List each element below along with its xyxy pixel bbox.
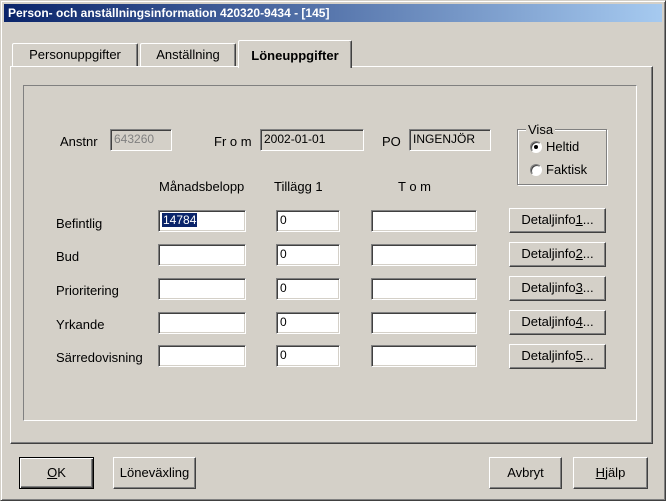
hjalp-button[interactable]: Hjälp bbox=[573, 457, 648, 489]
tom-input-bud[interactable] bbox=[371, 244, 477, 266]
btn-text: K bbox=[57, 465, 66, 480]
btn-suffix: ... bbox=[582, 246, 594, 261]
btn-text: Detaljinfo bbox=[521, 314, 576, 329]
btn-suffix: ... bbox=[582, 280, 594, 295]
btn-text: Detaljinfo bbox=[521, 212, 576, 227]
po-field: INGENJÖR bbox=[409, 129, 491, 151]
heltid-label[interactable]: Heltid bbox=[546, 139, 579, 154]
row-label-yrkande: Yrkande bbox=[56, 317, 105, 332]
btn-text: Detaljinfo bbox=[521, 348, 576, 363]
detaljinfo-button-1[interactable]: Detaljinfo1... bbox=[509, 208, 606, 233]
col-header-manadsbelopp: Månadsbelopp bbox=[159, 179, 245, 194]
visa-legend: Visa bbox=[526, 122, 556, 137]
anstnr-field: 643260 bbox=[110, 129, 172, 151]
btn-text: jälp bbox=[605, 465, 626, 480]
form-layer: Anstnr 643260 Fr o m 2002-01-01 PO INGEN… bbox=[0, 0, 666, 501]
row-label-prioritering: Prioritering bbox=[56, 283, 119, 298]
faktisk-label[interactable]: Faktisk bbox=[546, 162, 587, 177]
from-field: 2002-01-01 bbox=[260, 129, 364, 151]
radio-faktisk[interactable] bbox=[530, 164, 542, 176]
row-label-befintlig: Befintlig bbox=[56, 216, 103, 231]
btn-key: H bbox=[595, 465, 606, 480]
detaljinfo-button-3[interactable]: Detaljinfo3... bbox=[509, 276, 606, 301]
row-label-sarredovisning: Särredovisning bbox=[56, 350, 143, 365]
avbryt-button[interactable]: Avbryt bbox=[489, 457, 562, 489]
ok-button[interactable]: OK bbox=[19, 457, 94, 489]
tillagg-input-befintlig[interactable]: 0 bbox=[276, 210, 340, 232]
btn-key: 1 bbox=[575, 212, 583, 227]
btn-text: Detaljinfo bbox=[521, 280, 576, 295]
btn-key: 3 bbox=[575, 280, 583, 295]
radio-heltid[interactable] bbox=[530, 141, 542, 153]
selected-text: 14784 bbox=[162, 213, 198, 227]
from-label: Fr o m bbox=[214, 134, 252, 149]
tom-input-sarredovisning[interactable] bbox=[371, 345, 477, 367]
detaljinfo-button-5[interactable]: Detaljinfo5... bbox=[509, 344, 606, 369]
col-header-tom: T o m bbox=[398, 179, 431, 194]
lonevaxling-button[interactable]: Löneväxling bbox=[113, 457, 196, 489]
tillagg-input-sarredovisning[interactable]: 0 bbox=[276, 345, 340, 367]
detaljinfo-button-2[interactable]: Detaljinfo2... bbox=[509, 242, 606, 267]
tom-input-befintlig[interactable] bbox=[371, 210, 477, 232]
btn-suffix: ... bbox=[582, 314, 594, 329]
col-header-tillagg: Tillägg 1 bbox=[274, 179, 323, 194]
btn-key: 4 bbox=[575, 314, 583, 329]
tom-input-yrkande[interactable] bbox=[371, 312, 477, 334]
tillagg-input-yrkande[interactable]: 0 bbox=[276, 312, 340, 334]
tom-input-prioritering[interactable] bbox=[371, 278, 477, 300]
po-label: PO bbox=[382, 134, 401, 149]
btn-text: Detaljinfo bbox=[521, 246, 576, 261]
manadsbelopp-input-yrkande[interactable] bbox=[158, 312, 246, 334]
manadsbelopp-input-prioritering[interactable] bbox=[158, 278, 246, 300]
btn-key: 5 bbox=[575, 348, 583, 363]
tillagg-input-bud[interactable]: 0 bbox=[276, 244, 340, 266]
manadsbelopp-input-bud[interactable] bbox=[158, 244, 246, 266]
btn-key: O bbox=[47, 465, 58, 480]
btn-suffix: ... bbox=[582, 212, 594, 227]
manadsbelopp-input-sarredovisning[interactable] bbox=[158, 345, 246, 367]
btn-key: 2 bbox=[575, 246, 583, 261]
detaljinfo-button-4[interactable]: Detaljinfo4... bbox=[509, 310, 606, 335]
anstnr-label: Anstnr bbox=[60, 134, 98, 149]
btn-suffix: ... bbox=[582, 348, 594, 363]
tillagg-input-prioritering[interactable]: 0 bbox=[276, 278, 340, 300]
manadsbelopp-input-befintlig[interactable]: 14784 bbox=[158, 210, 246, 232]
row-label-bud: Bud bbox=[56, 249, 80, 264]
radio-selected-dot bbox=[534, 145, 538, 149]
